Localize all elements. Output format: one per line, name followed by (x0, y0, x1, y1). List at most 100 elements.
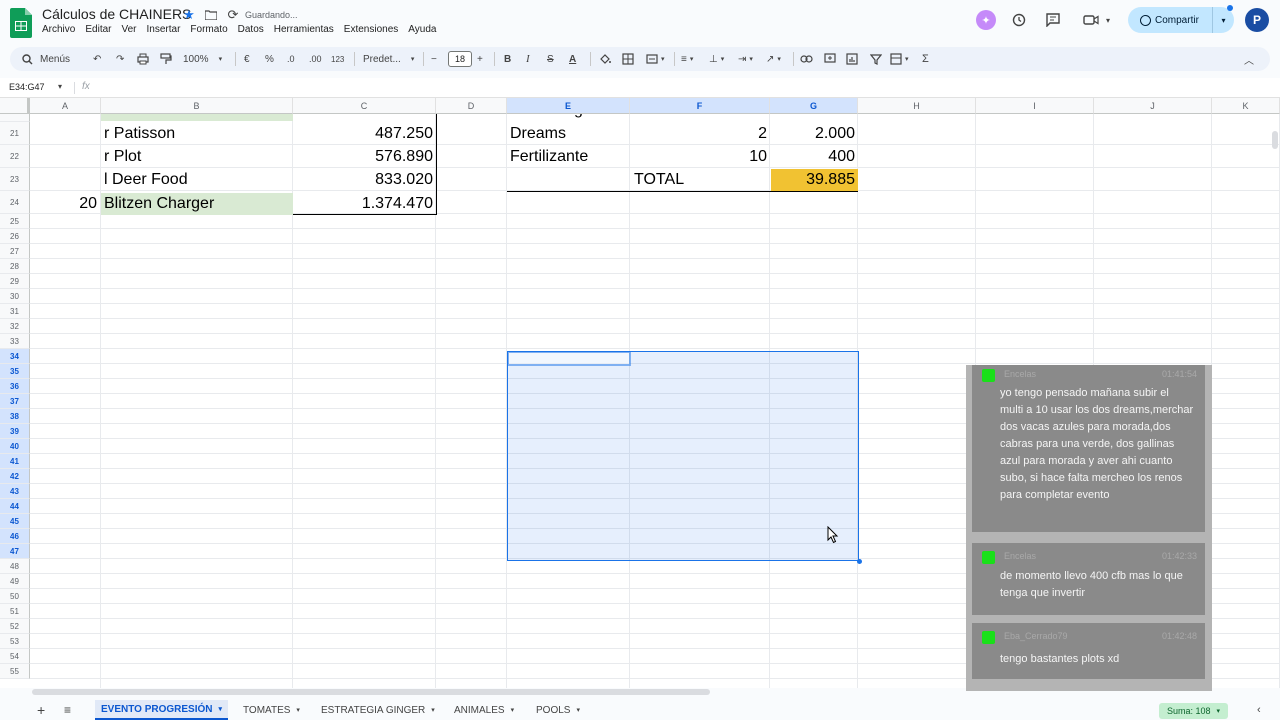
menu-editar[interactable]: Editar (85, 24, 111, 35)
row-header-44[interactable]: 44 (0, 499, 30, 514)
cell-e22[interactable]: Fertilizante (507, 146, 630, 168)
column-header-h[interactable]: H (858, 98, 976, 114)
row-header-49[interactable]: 49 (0, 574, 30, 589)
gemini-icon[interactable]: ✦ (976, 10, 996, 30)
row-header-33[interactable]: 33 (0, 334, 30, 349)
cell-b22[interactable]: r Plot (101, 146, 293, 168)
cell-c22[interactable]: 576.890 (294, 146, 436, 168)
search-menus[interactable]: Menús (22, 51, 70, 67)
tab-pools[interactable]: POOLS ▾ (536, 700, 580, 720)
sum-status[interactable]: Suma: 108 ▾ (1159, 703, 1229, 719)
cell-e21[interactable]: Dreams (507, 123, 630, 145)
column-header-b[interactable]: B (101, 98, 293, 114)
cell-c24[interactable]: 1.374.470 (294, 193, 436, 215)
percent-format-button[interactable]: % (265, 51, 274, 67)
column-header-a[interactable]: A (30, 98, 101, 114)
history-icon[interactable] (1011, 12, 1027, 28)
filter-icon[interactable] (870, 51, 882, 67)
undo-icon[interactable]: ↶ (93, 51, 101, 67)
menu-ayuda[interactable]: Ayuda (408, 24, 436, 35)
row-header-21[interactable]: 21 (0, 122, 30, 145)
font-size-input[interactable]: 18 (448, 51, 472, 67)
cell-c21[interactable]: 487.250 (294, 123, 436, 145)
cell-f22[interactable]: 10 (631, 146, 770, 168)
insert-chart-icon[interactable] (846, 51, 858, 67)
row-header-34[interactable]: 34 (0, 349, 30, 364)
row-header-42[interactable]: 42 (0, 469, 30, 484)
row-header-50[interactable]: 50 (0, 589, 30, 604)
row-header-26[interactable]: 26 (0, 229, 30, 244)
all-sheets-icon[interactable]: ≡ (64, 700, 71, 720)
selection-range[interactable] (507, 351, 859, 561)
comments-icon[interactable] (1045, 12, 1061, 28)
cell-g22[interactable]: 400 (771, 146, 858, 168)
menu-formato[interactable]: Formato (190, 24, 227, 35)
row-header-41[interactable]: 41 (0, 454, 30, 469)
collapse-toolbar-icon[interactable]: ︿ (1244, 51, 1254, 67)
row-header-28[interactable]: 28 (0, 259, 30, 274)
font-size-decrease-button[interactable]: − (431, 51, 437, 67)
italic-button[interactable]: I (526, 51, 530, 67)
column-header-g[interactable]: G (770, 98, 858, 114)
zoom-select[interactable]: 100% ▾ (183, 51, 222, 67)
move-folder-icon[interactable] (203, 7, 219, 23)
row-header-52[interactable]: 52 (0, 619, 30, 634)
horizontal-scrollbar[interactable] (32, 689, 710, 695)
row-header-39[interactable]: 39 (0, 424, 30, 439)
tab-animales[interactable]: ANIMALES ▾ (454, 700, 514, 720)
merge-cells-icon[interactable]: ▾ (646, 51, 665, 67)
cell-a24[interactable]: 20 (31, 193, 100, 215)
insert-comment-icon[interactable] (824, 51, 836, 67)
borders-icon[interactable] (622, 51, 634, 67)
chevron-down-icon[interactable]: ▾ (1100, 12, 1116, 28)
fill-color-icon[interactable] (599, 51, 611, 67)
name-box[interactable]: E34:G47 (9, 82, 45, 92)
row-header-29[interactable]: 29 (0, 274, 30, 289)
text-wrap-icon[interactable]: ⇥ ▾ (738, 51, 753, 67)
filter-views-icon[interactable]: ▾ (890, 51, 909, 67)
row-header-55[interactable]: 55 (0, 664, 30, 679)
menu-datos[interactable]: Datos (238, 24, 264, 35)
avatar[interactable]: P (1245, 8, 1269, 32)
share-button[interactable]: Compartir ▾ (1128, 7, 1234, 33)
row-header-23[interactable]: 23 (0, 168, 30, 191)
horizontal-align-icon[interactable]: ≡ ▾ (681, 51, 693, 67)
document-title[interactable]: Cálculos de CHAINERS (42, 6, 191, 22)
functions-button[interactable]: Σ (922, 51, 929, 67)
tab-tomates[interactable]: TOMATES ▾ (243, 700, 300, 720)
cell-b24[interactable]: Blitzen Charger (101, 193, 293, 215)
column-header-c[interactable]: C (293, 98, 436, 114)
row-header-35[interactable]: 35 (0, 364, 30, 379)
row-header-48[interactable]: 48 (0, 559, 30, 574)
menu-archivo[interactable]: Archivo (42, 24, 75, 35)
row-header-43[interactable]: 43 (0, 484, 30, 499)
row-header-46[interactable]: 46 (0, 529, 30, 544)
bold-button[interactable]: B (504, 51, 511, 67)
row-header-32[interactable]: 32 (0, 319, 30, 334)
row-header-27[interactable]: 27 (0, 244, 30, 259)
tab-estrategia-ginger[interactable]: ESTRATEGIA GINGER ▾ (321, 700, 435, 720)
add-sheet-icon[interactable]: + (37, 700, 45, 720)
redo-icon[interactable]: ↷ (116, 51, 124, 67)
menu-insertar[interactable]: Insertar (147, 24, 181, 35)
row-header-30[interactable]: 30 (0, 289, 30, 304)
currency-format-button[interactable]: € (244, 51, 250, 67)
cell-b21[interactable]: r Patisson (101, 123, 293, 145)
text-color-icon[interactable]: A (569, 51, 576, 67)
row-header-20[interactable] (0, 114, 30, 122)
strikethrough-icon[interactable]: S (547, 51, 554, 67)
row-header-53[interactable]: 53 (0, 634, 30, 649)
font-size-increase-button[interactable]: + (477, 51, 483, 67)
column-header-j[interactable]: J (1094, 98, 1212, 114)
menu-herramientas[interactable]: Herramientas (274, 24, 334, 35)
paint-format-icon[interactable] (160, 51, 172, 67)
row-header-47[interactable]: 47 (0, 544, 30, 559)
fill-handle[interactable] (857, 559, 862, 564)
active-cell[interactable] (507, 351, 631, 366)
video-call-icon[interactable] (1083, 12, 1099, 28)
cell-f21[interactable]: 2 (631, 123, 770, 145)
side-panel-toggle-icon[interactable]: ‹ (1257, 700, 1261, 720)
row-header-24[interactable]: 24 (0, 191, 30, 214)
column-header-f[interactable]: F (630, 98, 770, 114)
cell-g21[interactable]: 2.000 (771, 123, 858, 145)
